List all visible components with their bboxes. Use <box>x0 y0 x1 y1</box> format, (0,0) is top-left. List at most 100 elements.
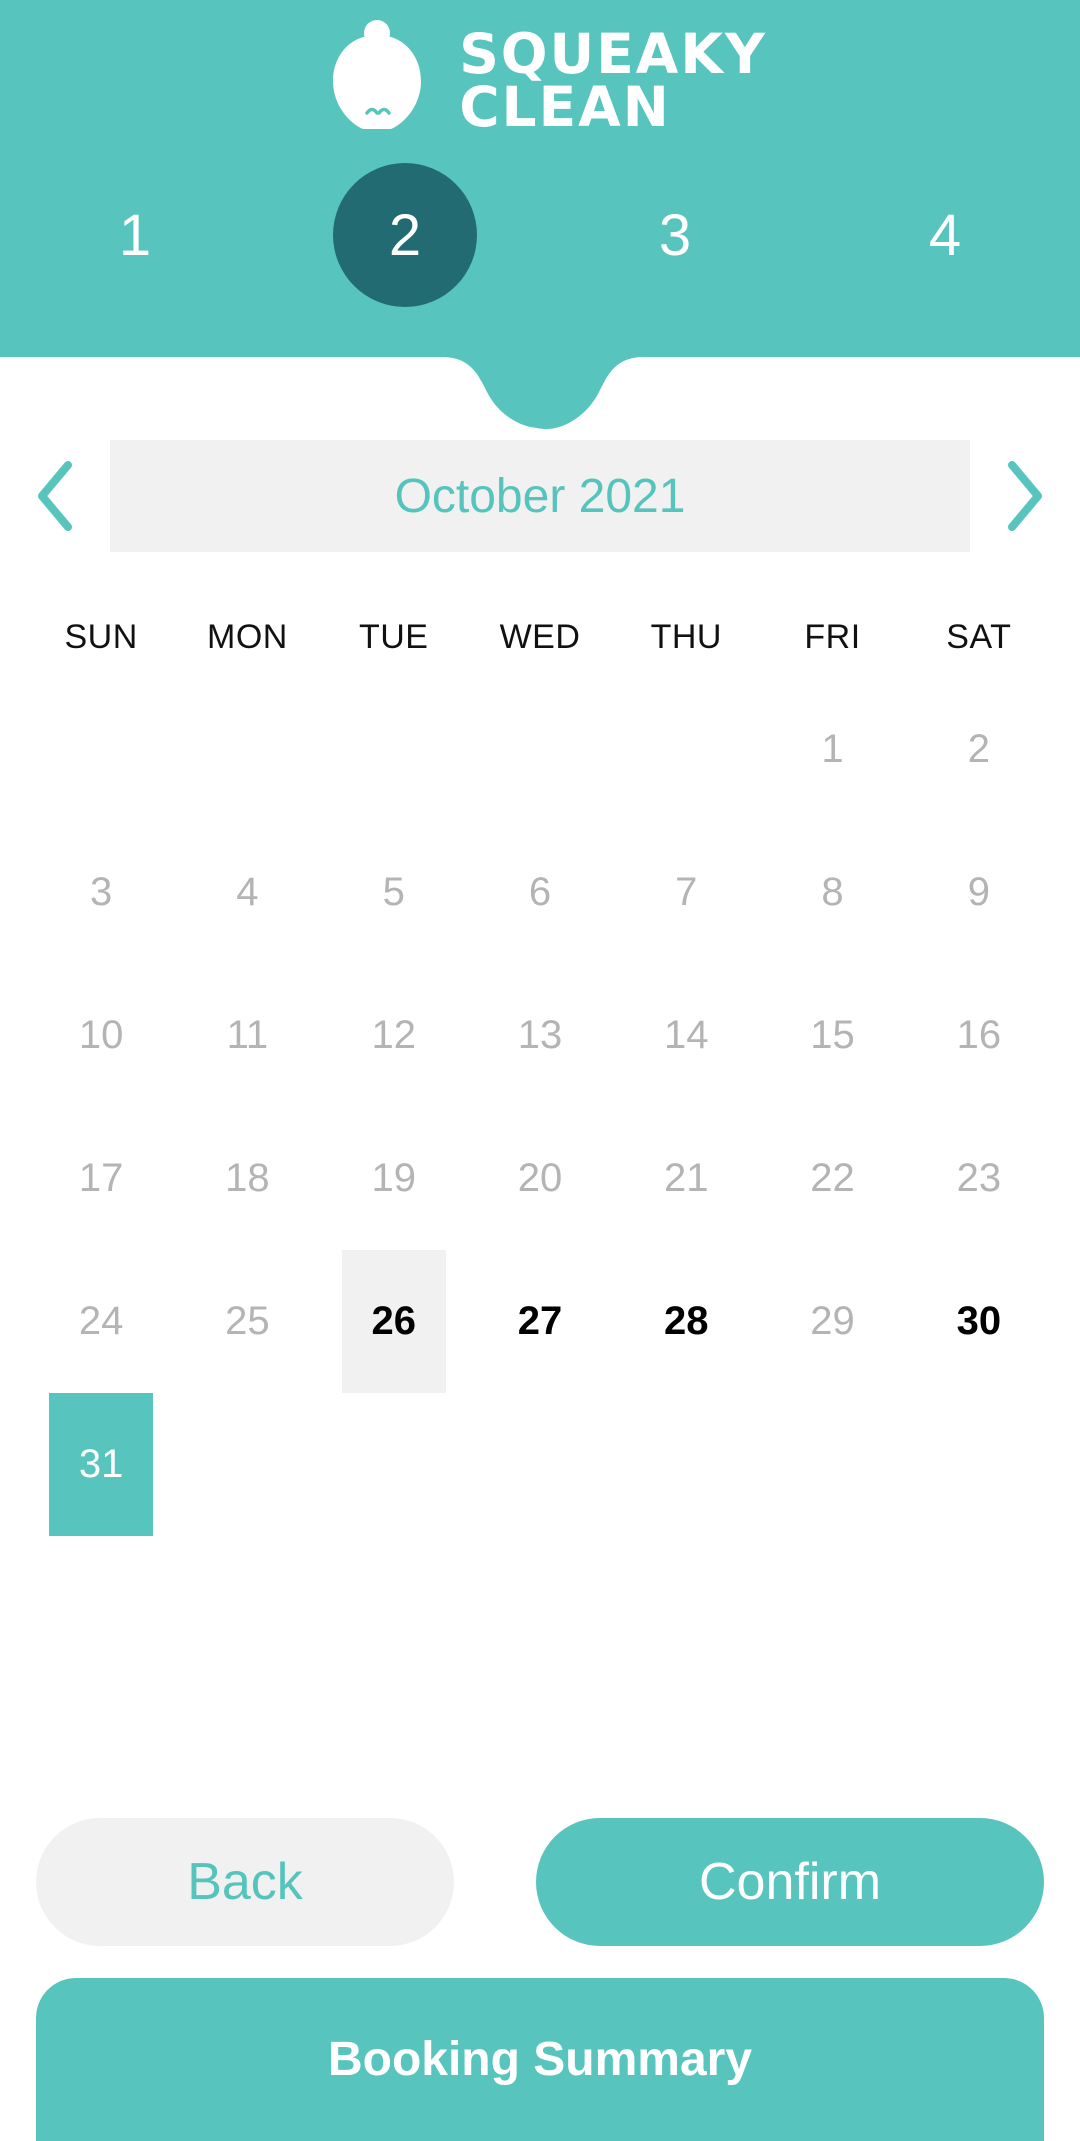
calendar-day-label: 10 <box>78 1013 124 1057</box>
calendar-day-2: 2 <box>906 678 1052 821</box>
step-2[interactable]: 2 <box>270 163 540 307</box>
calendar-day-empty <box>467 1393 613 1536</box>
next-month-button[interactable] <box>970 440 1080 552</box>
action-bar: Back Confirm <box>0 1818 1080 1946</box>
step-4-label: 4 <box>928 202 962 268</box>
calendar-day-15: 15 <box>759 964 905 1107</box>
calendar-day-27[interactable]: 27 <box>467 1250 613 1393</box>
calendar-day-empty <box>759 1393 905 1536</box>
weekday-fri: FRI <box>804 617 861 656</box>
chevron-left-icon <box>38 461 72 531</box>
calendar-day-30[interactable]: 30 <box>906 1250 1052 1393</box>
calendar-day-empty <box>613 1393 759 1536</box>
calendar-week-row: 10 11 12 13 14 15 16 <box>28 964 1052 1107</box>
weekday-sat: SAT <box>946 617 1012 656</box>
calendar-day-label: 24 <box>78 1299 124 1343</box>
calendar-day-label: 29 <box>810 1299 855 1343</box>
calendar-day-label: 21 <box>664 1156 709 1200</box>
calendar-day-25: 25 <box>174 1250 320 1393</box>
calendar-day-13: 13 <box>467 964 613 1107</box>
weekday-header-row: SUN MON TUE WED THU FRI SAT <box>28 596 1052 678</box>
step-4[interactable]: 4 <box>810 180 1080 290</box>
brand-logo: SQUEAKY CLEAN <box>0 18 1080 148</box>
calendar-day-24: 24 <box>28 1250 174 1393</box>
calendar-day-label: 27 <box>517 1299 563 1343</box>
calendar-day-19: 19 <box>321 1107 467 1250</box>
step-3-label: 3 <box>658 202 692 268</box>
weekday-sun: SUN <box>64 617 138 656</box>
calendar-day-4: 4 <box>174 821 320 964</box>
calendar-day-7: 7 <box>613 821 759 964</box>
calendar-day-label: 1 <box>821 727 844 771</box>
calendar-day-label: 8 <box>821 870 844 914</box>
calendar-day-label: 15 <box>810 1013 855 1057</box>
calendar-day-label: 5 <box>382 870 405 914</box>
chevron-right-icon <box>1008 461 1042 531</box>
calendar-week-row: 12 <box>28 678 1052 821</box>
calendar-day-6: 6 <box>467 821 613 964</box>
current-month-label: October 2021 <box>394 469 686 523</box>
prev-month-button[interactable] <box>0 440 110 552</box>
back-button[interactable]: Back <box>36 1818 454 1946</box>
weekday-wed: WED <box>499 617 581 656</box>
calendar-day-label: 18 <box>225 1156 270 1200</box>
squeaky-clean-mascot-icon <box>333 20 422 129</box>
calendar-day-10: 10 <box>28 964 174 1107</box>
calendar-day-label: 14 <box>664 1013 709 1057</box>
current-month-display[interactable]: October 2021 <box>110 440 970 552</box>
calendar-day-label: 3 <box>90 870 113 914</box>
calendar-day-1: 1 <box>759 678 905 821</box>
calendar-day-label: 16 <box>956 1013 1002 1057</box>
calendar-day-label: 11 <box>226 1013 269 1057</box>
step-3[interactable]: 3 <box>540 180 810 290</box>
calendar-day-29: 29 <box>759 1250 905 1393</box>
calendar-day-label: 20 <box>517 1156 563 1200</box>
app-header: SQUEAKY CLEAN 1 2 3 4 <box>0 0 1080 357</box>
calendar-day-label: 12 <box>371 1013 416 1057</box>
calendar-day-23: 23 <box>906 1107 1052 1250</box>
calendar-day-label: 6 <box>528 870 552 914</box>
calendar-day-label: 7 <box>675 870 698 914</box>
calendar-day-label: 17 <box>78 1156 124 1200</box>
calendar-day-11: 11 <box>174 964 320 1107</box>
calendar-day-9: 9 <box>906 821 1052 964</box>
calendar-week-row: 17 18 19 20 21 22 23 <box>28 1107 1052 1250</box>
calendar-day-31[interactable]: 31 <box>28 1393 174 1536</box>
calendar-day-label: 13 <box>517 1013 563 1057</box>
calendar-day-18: 18 <box>174 1107 320 1250</box>
calendar-day-empty <box>28 678 174 821</box>
step-indicator: 1 2 3 4 <box>0 163 1080 307</box>
calendar-week-row: 3 4 5 6 7 8 9 <box>28 821 1052 964</box>
booking-summary-title: Booking Summary <box>327 2033 753 2086</box>
calendar-day-label: 4 <box>236 870 259 914</box>
calendar-day-22: 22 <box>759 1107 905 1250</box>
calendar-week-row: 31 <box>28 1393 1052 1536</box>
brand-wordmark: SQUEAKY CLEAN <box>459 26 767 139</box>
calendar: SUN MON TUE WED THU FRI SAT 1 2 3 4 5 6 7 8 9 10 1… <box>28 596 1052 1536</box>
calendar-day-12: 12 <box>321 964 467 1107</box>
weekday-thu: THU <box>650 617 722 656</box>
booking-summary-panel[interactable]: Booking Summary <box>36 1978 1044 2141</box>
calendar-day-26[interactable]: 26 <box>321 1250 467 1393</box>
calendar-day-label: 2 <box>967 727 990 771</box>
calendar-day-empty <box>174 1393 320 1536</box>
calendar-day-28[interactable]: 28 <box>613 1250 759 1393</box>
calendar-day-label: 30 <box>956 1299 1002 1343</box>
calendar-day-label: 26 <box>341 1250 446 1393</box>
calendar-day-empty <box>321 1393 467 1536</box>
confirm-button[interactable]: Confirm <box>536 1818 1044 1946</box>
step-1[interactable]: 1 <box>0 180 270 290</box>
calendar-week-row: 24 25 26 27 28 29 30 <box>28 1250 1052 1393</box>
calendar-day-empty <box>321 678 467 821</box>
step-1-label: 1 <box>118 202 152 268</box>
calendar-day-5: 5 <box>321 821 467 964</box>
calendar-day-label: 28 <box>664 1299 709 1343</box>
brand-name-line-2: CLEAN <box>459 75 671 139</box>
month-navigation: October 2021 <box>0 440 1080 552</box>
calendar-day-label: 22 <box>810 1156 855 1200</box>
step-2-label: 2 <box>388 202 422 268</box>
calendar-day-empty <box>906 1393 1052 1536</box>
weekday-mon: MON <box>207 617 288 656</box>
calendar-day-empty <box>613 678 759 821</box>
calendar-day-16: 16 <box>906 964 1052 1107</box>
